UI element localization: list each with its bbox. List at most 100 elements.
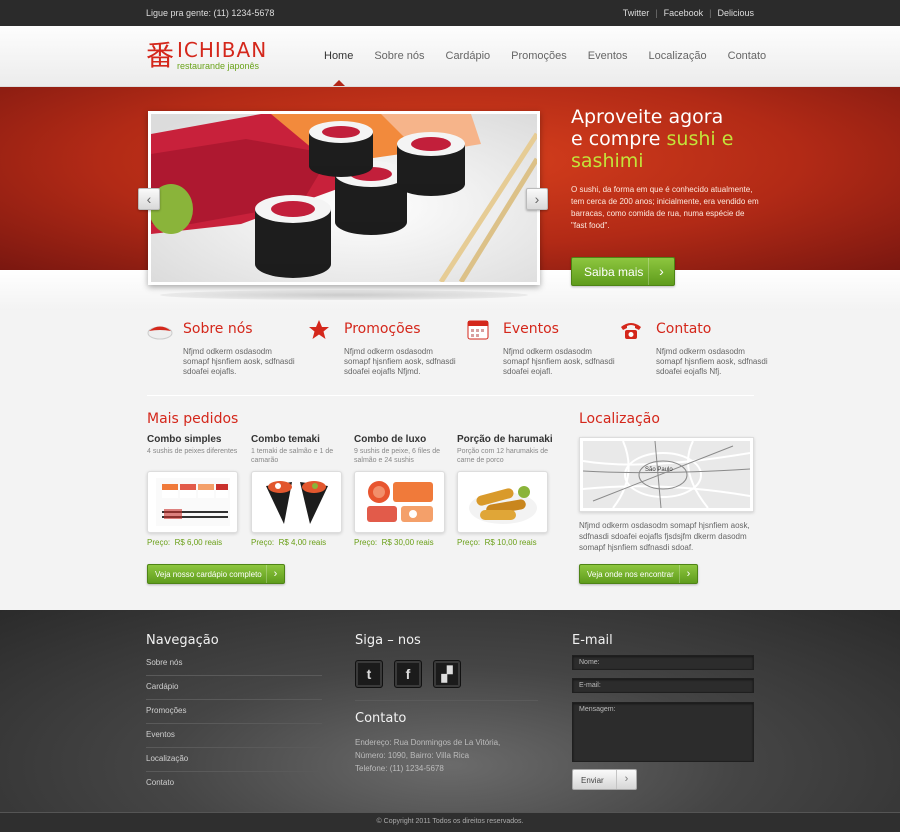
feature-title: Sobre nós [183,321,253,337]
footer-nav-contato[interactable]: Contato [146,772,322,796]
delicious-icon[interactable]: ▞ [433,660,461,688]
footer-nav-sobre[interactable]: Sobre nós [146,652,322,676]
combo-temaki-photo [260,478,334,526]
product-name: Combo temaki [251,434,320,445]
cardapio-button[interactable]: Veja nosso cardápio completo › [147,564,285,584]
send-button[interactable]: Enviar › [572,769,637,790]
onde-encontrar-label: Veja onde nos encontrar [587,570,674,579]
section-divider [147,395,754,396]
saiba-mais-button[interactable]: Saiba mais › [571,257,675,286]
footer-nav-eventos[interactable]: Eventos [146,724,322,748]
product-name: Combo simples [147,434,222,445]
slider-prev-button[interactable]: ‹ [138,188,160,210]
hero-description: O sushi, da forma em que é conhecido atu… [571,185,759,230]
active-nav-indicator [333,80,345,86]
facebook-link[interactable]: Facebook [664,8,704,18]
harumaki-photo [466,478,540,526]
logo-tagline: restaurande japonês [177,61,260,71]
delicious-link[interactable]: Delicious [717,8,754,18]
twitter-link[interactable]: Twitter [623,8,650,18]
twitter-icon[interactable]: t [355,660,383,688]
hero-title-highlight: sushi e [666,128,734,150]
logo-name[interactable]: ICHIBAN [177,38,267,62]
price-label: Preço: [354,538,378,547]
footer-divider [355,700,538,701]
saiba-mais-label: Saiba mais [584,265,644,279]
sushi-photo [151,114,537,282]
feature-text: Nfjmd odkerm osdasodm somapf hjsnfiem ao… [183,347,295,376]
localizacao-text: Nfjmd odkerm osdasodm somapf hjsnfiem ao… [579,521,750,552]
hero-title-line1: Aproveite agora [571,106,724,128]
contact-info: Endereço: Rua Donmingos de La Vitória, N… [355,736,500,775]
product-desc: 9 sushis de peixe, 6 files de salmão e 2… [354,448,440,464]
nav-item-promocoes[interactable]: Promoções [511,50,567,62]
footer-nav-cardapio[interactable]: Cardápio [146,676,322,700]
nav-item-sobre[interactable]: Sobre nós [374,50,424,62]
name-field[interactable]: Nome: [572,655,754,670]
site-footer [0,610,900,832]
localizacao-title: Localização [579,411,660,427]
nav-item-localizacao[interactable]: Localização [649,50,707,62]
cardapio-button-label: Veja nosso cardápio completo [155,570,262,579]
product-desc: Porção com 12 harumakis de carne de porc… [457,448,549,464]
message-field[interactable]: Mensagem: [572,702,754,762]
footer-nav-promocoes[interactable]: Promoções [146,700,322,724]
hero-slider-image [148,111,540,285]
siga-title: Siga – nos [355,633,421,648]
sushi-icon [147,326,173,340]
price-label: Preço: [251,538,275,547]
footer-nav-title: Navegação [146,633,219,648]
product-price: Preço: R$ 6,00 reais [147,538,222,547]
separator: | [709,8,712,18]
nav-item-cardapio[interactable]: Cardápio [446,50,491,62]
product-card[interactable]: Combo simples 4 sushis de peixes diferen… [147,434,239,547]
map-city-label: São Paulo [645,467,673,473]
star-icon [309,320,329,339]
feature-text: Nfjmd odkerm osdasodm somapf hjsnfiem ao… [656,347,768,376]
contact-phone: Telefone: (11) 1234-5678 [355,764,444,773]
product-desc: 1 temaki de salmão e 1 de camarão [251,448,334,464]
map-image: São Paulo [582,440,751,509]
product-card[interactable]: Porção de harumaki Porção com 12 harumak… [457,434,553,547]
nav-item-home[interactable]: Home [324,50,353,62]
slider-next-button[interactable]: › [526,188,548,210]
product-price: Preço: R$ 10,00 reais [457,538,537,547]
slider-shadow [160,290,528,300]
price-label: Preço: [147,538,171,547]
location-map[interactable]: São Paulo [579,437,754,512]
main-nav: Home Sobre nós Cardápio Promoções Evento… [324,50,766,62]
product-desc: 4 sushis de peixes diferentes [147,448,238,455]
facebook-icon[interactable]: f [394,660,422,688]
chevron-right-icon: › [648,258,674,285]
product-card[interactable]: Combo temaki 1 temaki de salmão e 1 de c… [251,434,343,547]
email-field[interactable]: E-mail: [572,678,754,693]
email-title: E-mail [572,633,613,648]
product-name: Porção de harumaki [457,434,553,445]
product-image [251,471,342,533]
product-price: Preço: R$ 4,00 reais [251,538,326,547]
product-image [147,471,238,533]
price-value: R$ 6,00 reais [174,538,223,547]
copyright: © Copyright 2011 Todos os direitos reser… [0,812,900,832]
logo-icon[interactable]: 番 [146,40,174,72]
feature-text: Nfjmd odkerm osdasodm somapf hjsnfiem ao… [503,347,615,376]
combo-luxo-photo [363,478,437,526]
onde-encontrar-button[interactable]: Veja onde nos encontrar › [579,564,698,584]
contact-address: Endereço: Rua Donmingos de La Vitória, [355,738,501,747]
product-card[interactable]: Combo de luxo 9 sushis de peixe, 6 files… [354,434,446,547]
footer-nav-localizacao[interactable]: Localização [146,748,322,772]
nav-item-contato[interactable]: Contato [728,50,767,62]
price-value: R$ 30,00 reais [381,538,434,547]
contato-title: Contato [355,711,407,726]
product-image [457,471,548,533]
social-links: Twitter | Facebook | Delicious [623,8,754,18]
hero-title: Aproveite agora e compre sushi e sashimi [571,106,771,172]
hero-title-line2: e compre [571,128,667,150]
price-label: Preço: [457,538,481,547]
mais-pedidos-title: Mais pedidos [147,411,239,427]
calendar-icon [467,320,489,340]
separator: | [655,8,658,18]
nav-item-eventos[interactable]: Eventos [588,50,628,62]
site-header: 番 ICHIBAN restaurande japonês Home Sobre… [0,26,900,87]
chevron-right-icon: › [616,770,636,789]
